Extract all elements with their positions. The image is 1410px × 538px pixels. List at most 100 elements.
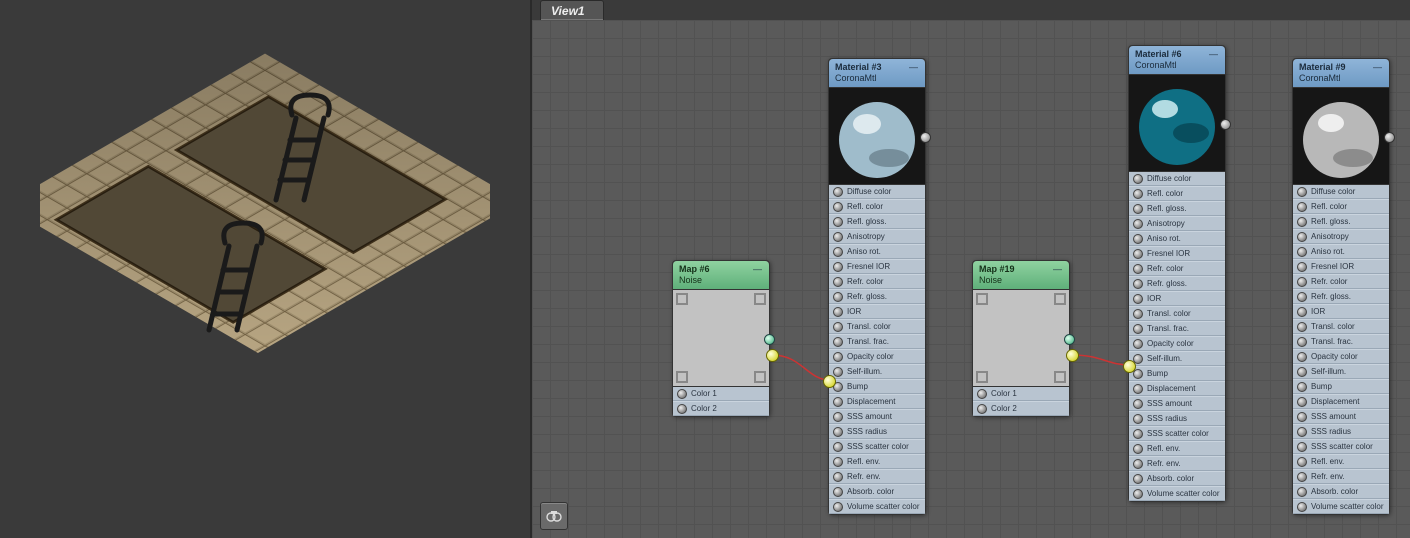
material-picker-button[interactable] xyxy=(540,502,568,530)
input-slot[interactable]: Color 1 xyxy=(673,387,769,401)
node-canvas[interactable]: Map #6— Noise Color 1 Color 2 Material #… xyxy=(532,20,1410,538)
input-slot[interactable]: Refl. color xyxy=(829,199,925,214)
input-slot[interactable]: Refr. gloss. xyxy=(1293,289,1389,304)
connection-handle[interactable] xyxy=(1123,360,1136,373)
node-header[interactable]: Material #3— CoronaMtl xyxy=(829,59,925,87)
input-slot[interactable]: SSS scatter color xyxy=(829,439,925,454)
node-collapse-icon[interactable]: — xyxy=(753,264,763,275)
input-slot[interactable]: Opacity color xyxy=(829,349,925,364)
input-slot[interactable]: Volume scatter color xyxy=(1293,499,1389,514)
node-collapse-icon[interactable]: — xyxy=(1209,49,1219,60)
node-header[interactable]: Map #19— Noise xyxy=(973,261,1069,289)
output-socket[interactable] xyxy=(764,334,775,345)
node-material-9[interactable]: Material #9— CoronaMtl Diffuse colorRefl… xyxy=(1292,58,1390,515)
input-slot[interactable]: SSS scatter color xyxy=(1293,439,1389,454)
input-slot[interactable]: SSS scatter color xyxy=(1129,426,1225,441)
input-slot[interactable]: SSS amount xyxy=(1129,396,1225,411)
node-material-6[interactable]: Material #6— CoronaMtl Diffuse colorRefl… xyxy=(1128,45,1226,502)
input-slot[interactable]: Aniso rot. xyxy=(1129,231,1225,246)
input-slot[interactable]: IOR xyxy=(1293,304,1389,319)
input-slot[interactable]: Anisotropy xyxy=(1129,216,1225,231)
input-slot[interactable]: SSS radius xyxy=(1129,411,1225,426)
input-slot[interactable]: Displacement xyxy=(829,394,925,409)
input-slot[interactable]: Color 1 xyxy=(973,387,1069,401)
input-slot[interactable]: Diffuse color xyxy=(1129,172,1225,186)
input-slot[interactable]: Refr. color xyxy=(1129,261,1225,276)
input-slot[interactable]: Fresnel IOR xyxy=(829,259,925,274)
node-header[interactable]: Map #6— Noise xyxy=(673,261,769,289)
input-slot[interactable]: Refr. gloss. xyxy=(1129,276,1225,291)
input-slot[interactable]: Diffuse color xyxy=(1293,185,1389,199)
input-slot[interactable]: Volume scatter color xyxy=(829,499,925,514)
input-slot[interactable]: Refl. env. xyxy=(1129,441,1225,456)
input-slot[interactable]: Anisotropy xyxy=(1293,229,1389,244)
input-slot[interactable]: Refl. env. xyxy=(1293,454,1389,469)
input-slot[interactable]: Aniso rot. xyxy=(829,244,925,259)
input-slot[interactable]: Transl. color xyxy=(1129,306,1225,321)
input-slot[interactable]: Self-illum. xyxy=(829,364,925,379)
input-slot[interactable]: Refl. gloss. xyxy=(829,214,925,229)
input-slot[interactable]: Bump xyxy=(1129,366,1225,381)
input-slot[interactable]: Anisotropy xyxy=(829,229,925,244)
input-slot[interactable]: Diffuse color xyxy=(829,185,925,199)
input-slot[interactable]: SSS amount xyxy=(1293,409,1389,424)
input-slot[interactable]: Transl. color xyxy=(829,319,925,334)
input-slot[interactable]: Displacement xyxy=(1293,394,1389,409)
input-slot[interactable]: Self-illum. xyxy=(1293,364,1389,379)
input-slot[interactable]: Refr. env. xyxy=(1293,469,1389,484)
node-collapse-icon[interactable]: — xyxy=(1373,62,1383,73)
node-header[interactable]: Material #6— CoronaMtl xyxy=(1129,46,1225,74)
node-map-19[interactable]: Map #19— Noise Color 1 Color 2 xyxy=(972,260,1070,417)
node-collapse-icon[interactable]: — xyxy=(1053,264,1063,275)
node-header[interactable]: Material #9— CoronaMtl xyxy=(1293,59,1389,87)
input-slot[interactable]: Opacity color xyxy=(1129,336,1225,351)
input-slot[interactable]: Refl. color xyxy=(1293,199,1389,214)
input-slot[interactable]: Refl. gloss. xyxy=(1293,214,1389,229)
input-slot[interactable]: Aniso rot. xyxy=(1293,244,1389,259)
input-slot[interactable]: Refr. color xyxy=(829,274,925,289)
input-slot[interactable]: SSS radius xyxy=(1293,424,1389,439)
connection-handle[interactable] xyxy=(766,349,779,362)
connection-handle[interactable] xyxy=(1066,349,1079,362)
node-preview[interactable] xyxy=(673,289,769,387)
output-socket[interactable] xyxy=(1064,334,1075,345)
input-slot[interactable]: Refl. gloss. xyxy=(1129,201,1225,216)
input-slot[interactable]: Absorb. color xyxy=(829,484,925,499)
input-slot[interactable]: Refr. env. xyxy=(829,469,925,484)
tab-view1[interactable]: View1 xyxy=(540,0,604,20)
input-slot[interactable]: Color 2 xyxy=(973,401,1069,416)
output-socket[interactable] xyxy=(1220,119,1231,130)
input-slot[interactable]: Absorb. color xyxy=(1293,484,1389,499)
input-slot[interactable]: Volume scatter color xyxy=(1129,486,1225,501)
connection-handle[interactable] xyxy=(823,375,836,388)
input-slot[interactable]: Refr. gloss. xyxy=(829,289,925,304)
node-preview[interactable] xyxy=(973,289,1069,387)
output-socket[interactable] xyxy=(920,132,931,143)
input-slot[interactable]: Bump xyxy=(829,379,925,394)
input-slot[interactable]: IOR xyxy=(829,304,925,319)
viewport-3d[interactable] xyxy=(0,0,530,538)
input-slot[interactable]: SSS amount xyxy=(829,409,925,424)
material-preview[interactable] xyxy=(1129,74,1225,172)
input-slot[interactable]: Transl. frac. xyxy=(1293,334,1389,349)
input-slot[interactable]: Self-illum. xyxy=(1129,351,1225,366)
node-map-6[interactable]: Map #6— Noise Color 1 Color 2 xyxy=(672,260,770,417)
node-material-3[interactable]: Material #3— CoronaMtl Diffuse colorRefl… xyxy=(828,58,926,515)
output-socket[interactable] xyxy=(1384,132,1395,143)
input-slot[interactable]: Fresnel IOR xyxy=(1129,246,1225,261)
node-collapse-icon[interactable]: — xyxy=(909,62,919,73)
input-slot[interactable]: Refl. color xyxy=(1129,186,1225,201)
material-preview[interactable] xyxy=(1293,87,1389,185)
input-slot[interactable]: Bump xyxy=(1293,379,1389,394)
input-slot[interactable]: Refr. color xyxy=(1293,274,1389,289)
input-slot[interactable]: Absorb. color xyxy=(1129,471,1225,486)
input-slot[interactable]: Color 2 xyxy=(673,401,769,416)
input-slot[interactable]: Opacity color xyxy=(1293,349,1389,364)
input-slot[interactable]: Refl. env. xyxy=(829,454,925,469)
material-preview[interactable] xyxy=(829,87,925,185)
input-slot[interactable]: SSS radius xyxy=(829,424,925,439)
input-slot[interactable]: IOR xyxy=(1129,291,1225,306)
input-slot[interactable]: Transl. frac. xyxy=(1129,321,1225,336)
input-slot[interactable]: Transl. frac. xyxy=(829,334,925,349)
input-slot[interactable]: Refr. env. xyxy=(1129,456,1225,471)
